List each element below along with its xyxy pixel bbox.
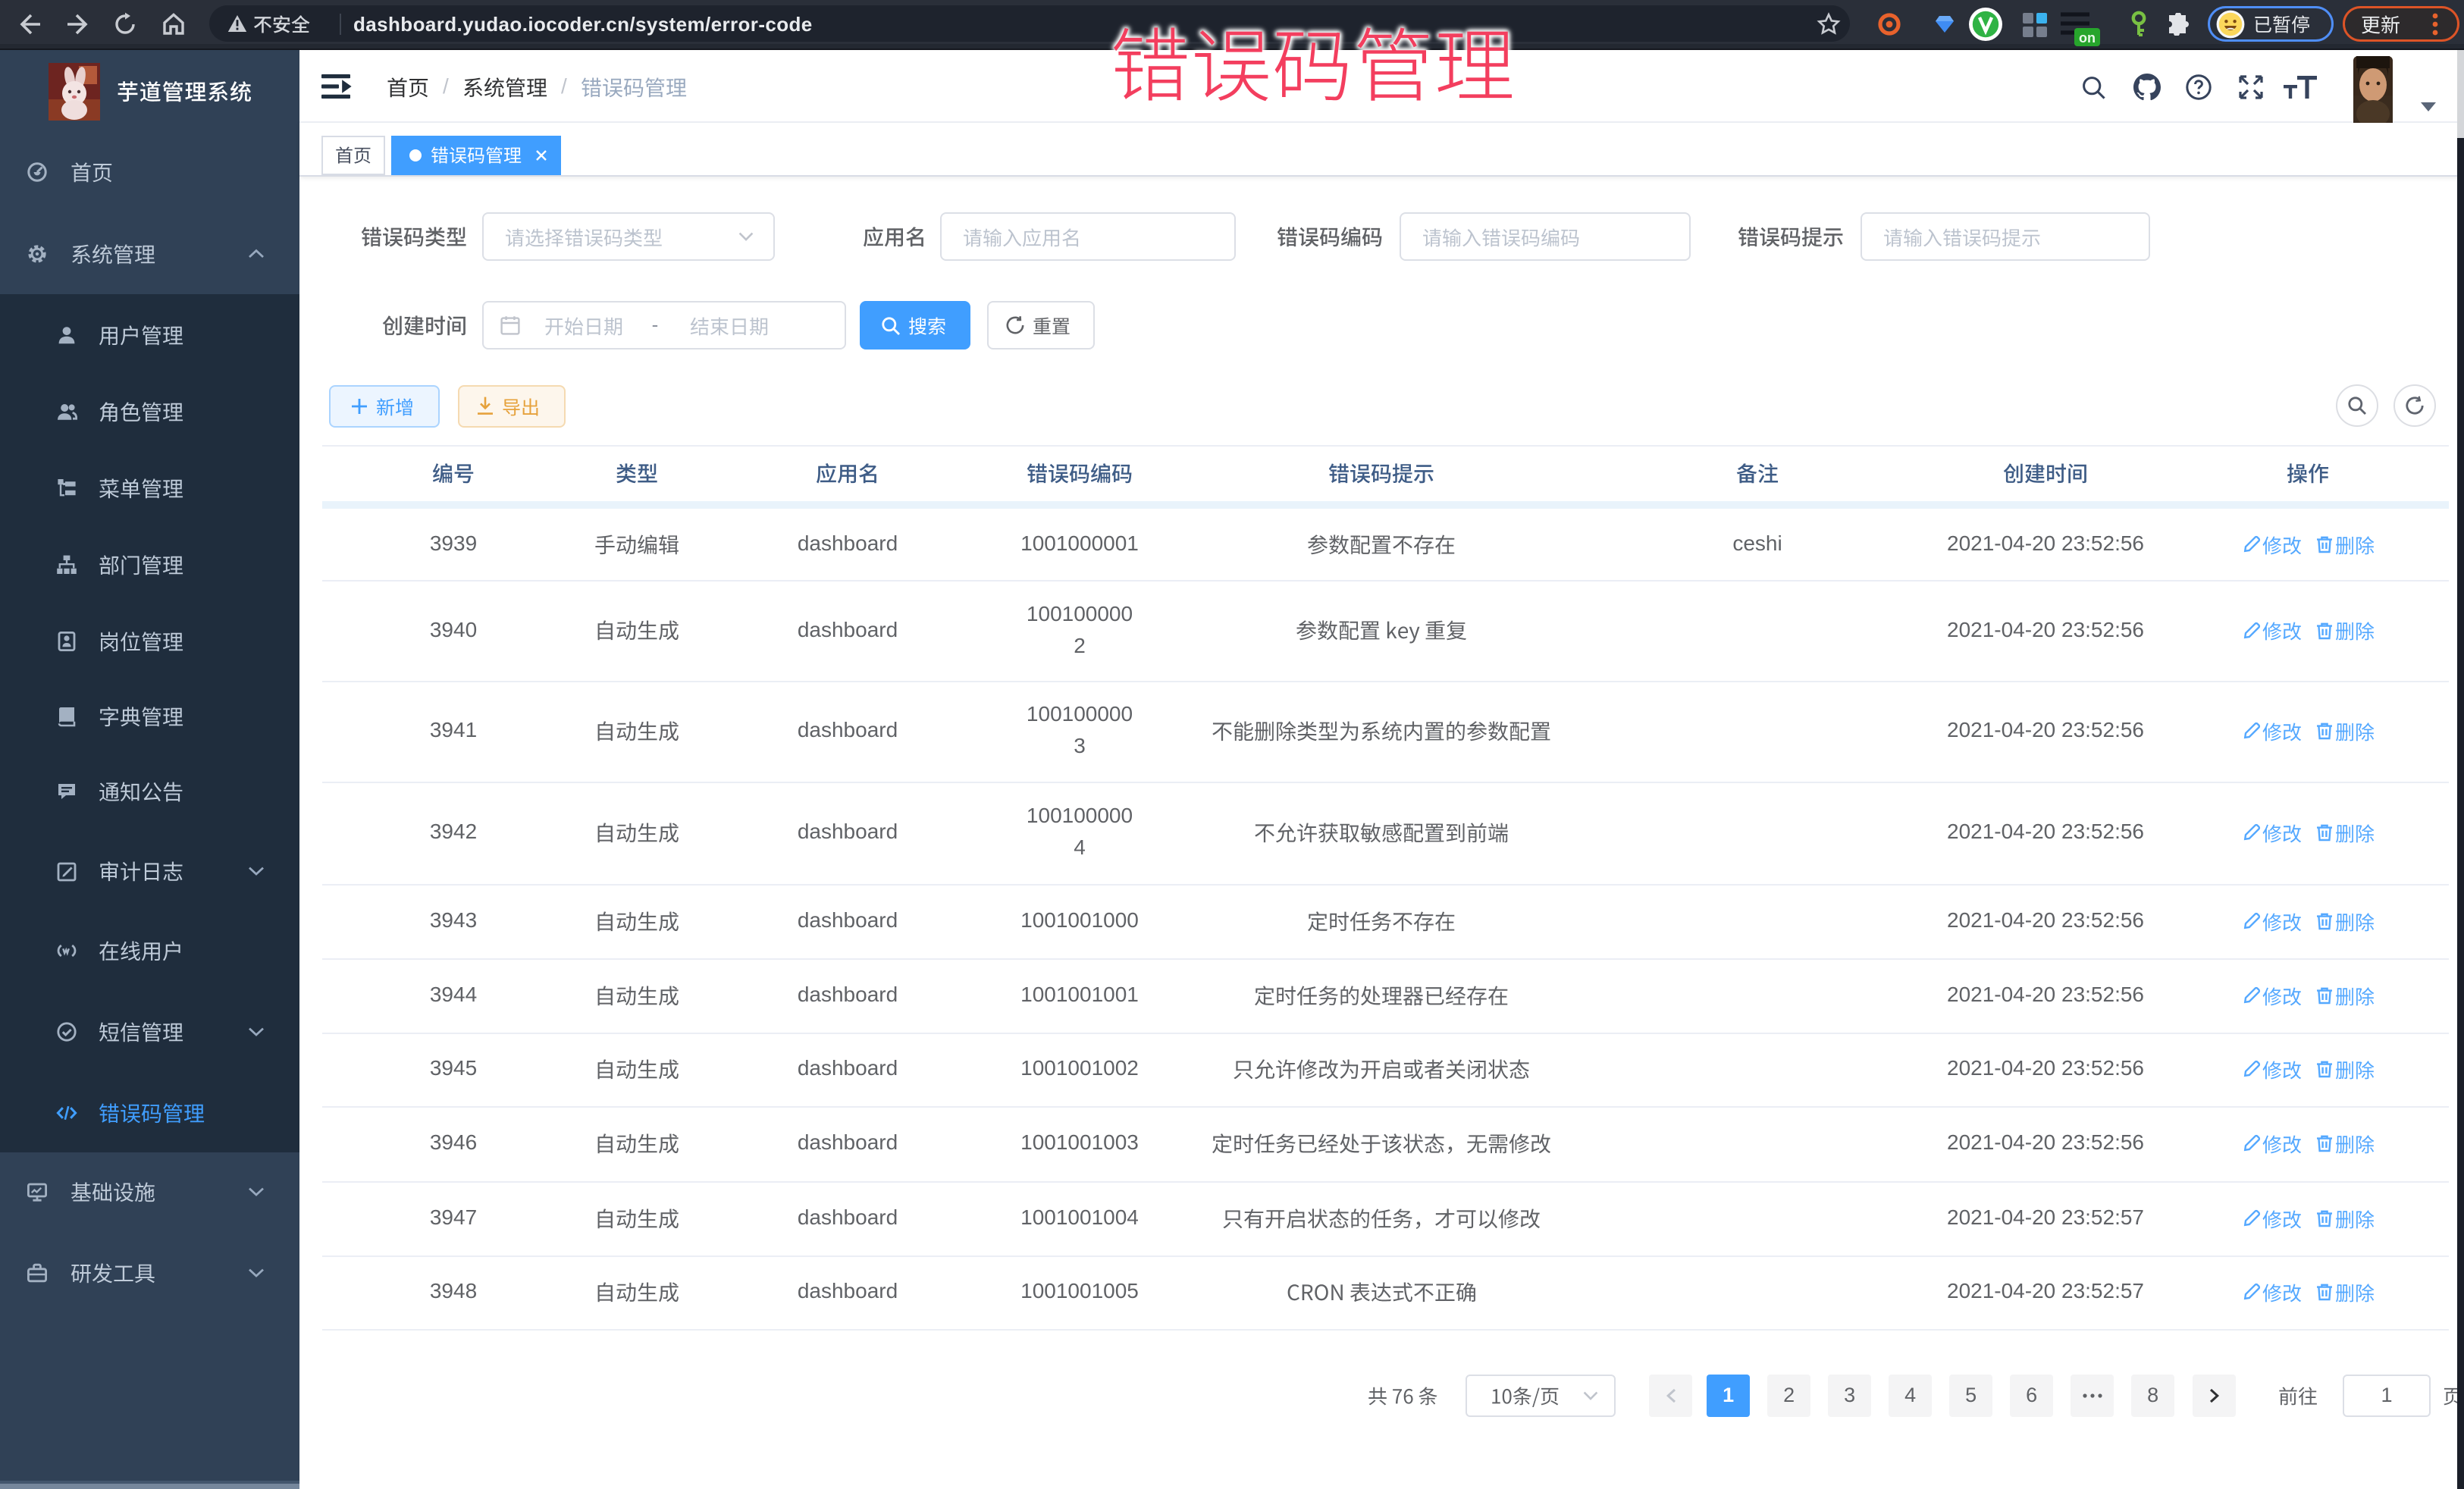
svg-text:on: on [2079, 30, 2096, 45]
